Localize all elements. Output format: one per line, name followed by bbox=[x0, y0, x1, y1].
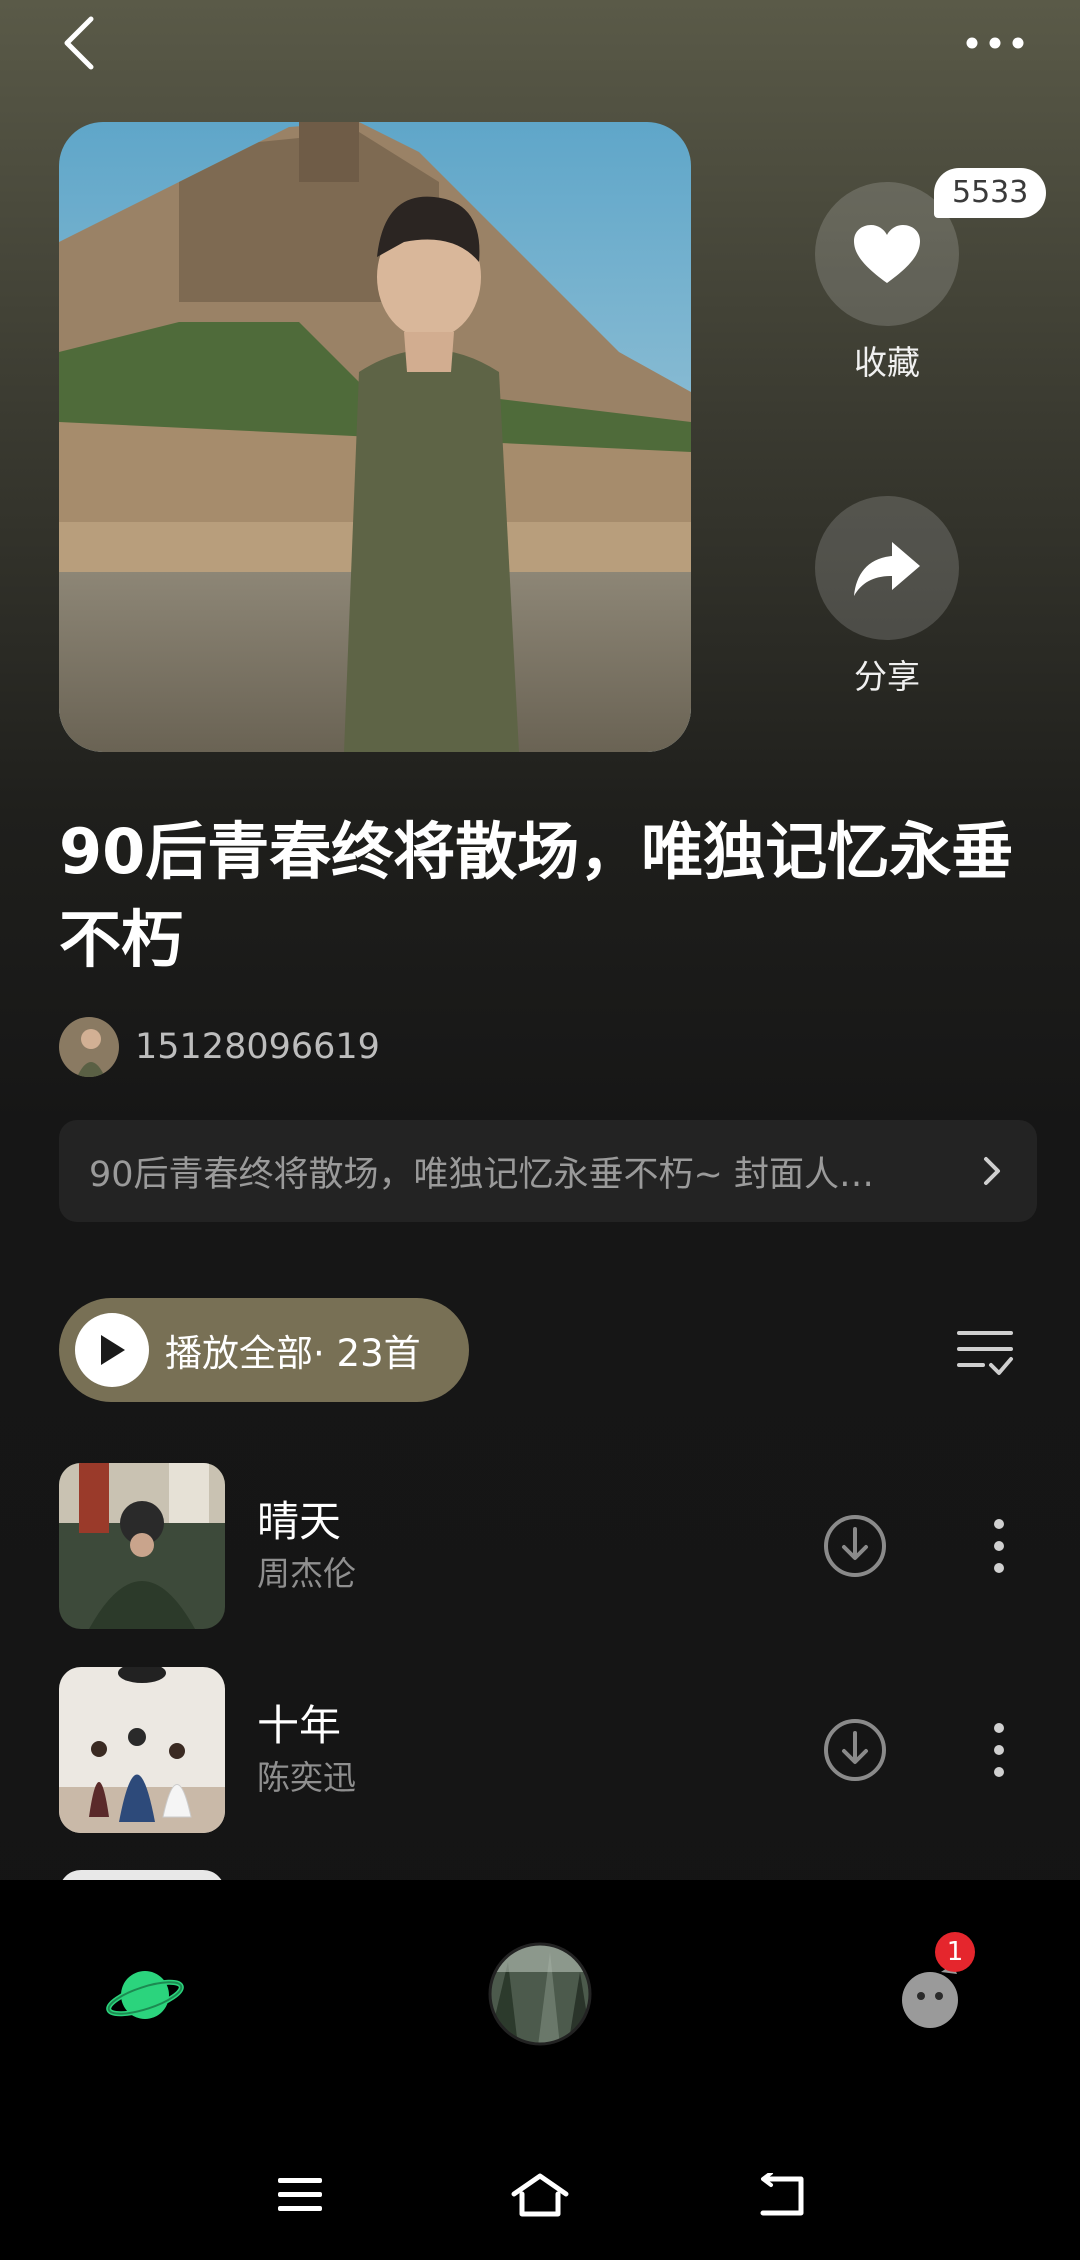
play-icon bbox=[75, 1313, 149, 1387]
description-text: 90后青春终将散场，唯独记忆永垂不朽~ 封面人… bbox=[89, 1154, 874, 1195]
more-options-button[interactable] bbox=[950, 8, 1040, 78]
play-all-label: 播放全部 bbox=[165, 1332, 313, 1375]
planet-icon[interactable] bbox=[100, 1950, 190, 2040]
favorite-label: 收藏 bbox=[854, 343, 920, 382]
share-action[interactable]: 分享 bbox=[815, 496, 959, 698]
notification-badge: 1 bbox=[935, 1932, 975, 1972]
song-more-button[interactable] bbox=[959, 1506, 1039, 1586]
song-more-button[interactable] bbox=[959, 1710, 1039, 1790]
heart-icon bbox=[854, 225, 920, 283]
song-count: · 23首 bbox=[313, 1332, 421, 1375]
back-button[interactable] bbox=[44, 8, 114, 78]
song-cover-image bbox=[59, 1463, 225, 1629]
home-icon[interactable] bbox=[495, 2160, 585, 2230]
creator-info[interactable]: 15128096619 bbox=[59, 1015, 380, 1079]
song-artist: 周杰伦 bbox=[257, 1554, 356, 1593]
download-button[interactable] bbox=[815, 1710, 895, 1790]
avatar[interactable] bbox=[59, 1017, 119, 1077]
playlist-cover-image bbox=[59, 122, 691, 752]
download-icon bbox=[824, 1719, 886, 1781]
song-artist: 陈奕迅 bbox=[257, 1758, 356, 1797]
list-item[interactable]: 十年 陈奕迅 bbox=[59, 1666, 1039, 1834]
share-label: 分享 bbox=[854, 657, 920, 696]
more-vertical-icon bbox=[994, 1723, 1004, 1777]
playlist-description[interactable]: 90后青春终将散场，唯独记忆永垂不朽~ 封面人… bbox=[59, 1120, 1037, 1222]
song-title: 晴天 bbox=[257, 1497, 342, 1546]
download-button[interactable] bbox=[815, 1506, 895, 1586]
list-item[interactable]: 晴天 周杰伦 bbox=[59, 1462, 1039, 1630]
favorite-count-badge: 5533 bbox=[934, 168, 1047, 218]
playlist-title: 90后青春终将散场，唯独记忆永垂不朽 bbox=[59, 815, 1014, 976]
more-vertical-icon bbox=[994, 1519, 1004, 1573]
share-button[interactable] bbox=[815, 496, 959, 640]
more-horizontal-icon bbox=[966, 37, 1024, 49]
now-playing-disc[interactable] bbox=[488, 1942, 592, 2046]
chevron-right-icon bbox=[977, 1151, 1007, 1191]
play-all-button[interactable]: 播放全部 · 23首 bbox=[59, 1298, 469, 1402]
chevron-left-icon bbox=[64, 16, 94, 70]
creator-name[interactable]: 15128096619 bbox=[135, 1027, 380, 1067]
download-icon bbox=[824, 1515, 886, 1577]
song-cover-image bbox=[59, 1667, 225, 1833]
batch-manage-button[interactable] bbox=[950, 1318, 1020, 1388]
share-arrow-icon bbox=[854, 542, 920, 596]
menu-icon[interactable] bbox=[255, 2160, 345, 2230]
song-title: 十年 bbox=[257, 1701, 342, 1750]
back-icon[interactable] bbox=[736, 2160, 826, 2230]
list-check-icon bbox=[957, 1331, 1013, 1375]
